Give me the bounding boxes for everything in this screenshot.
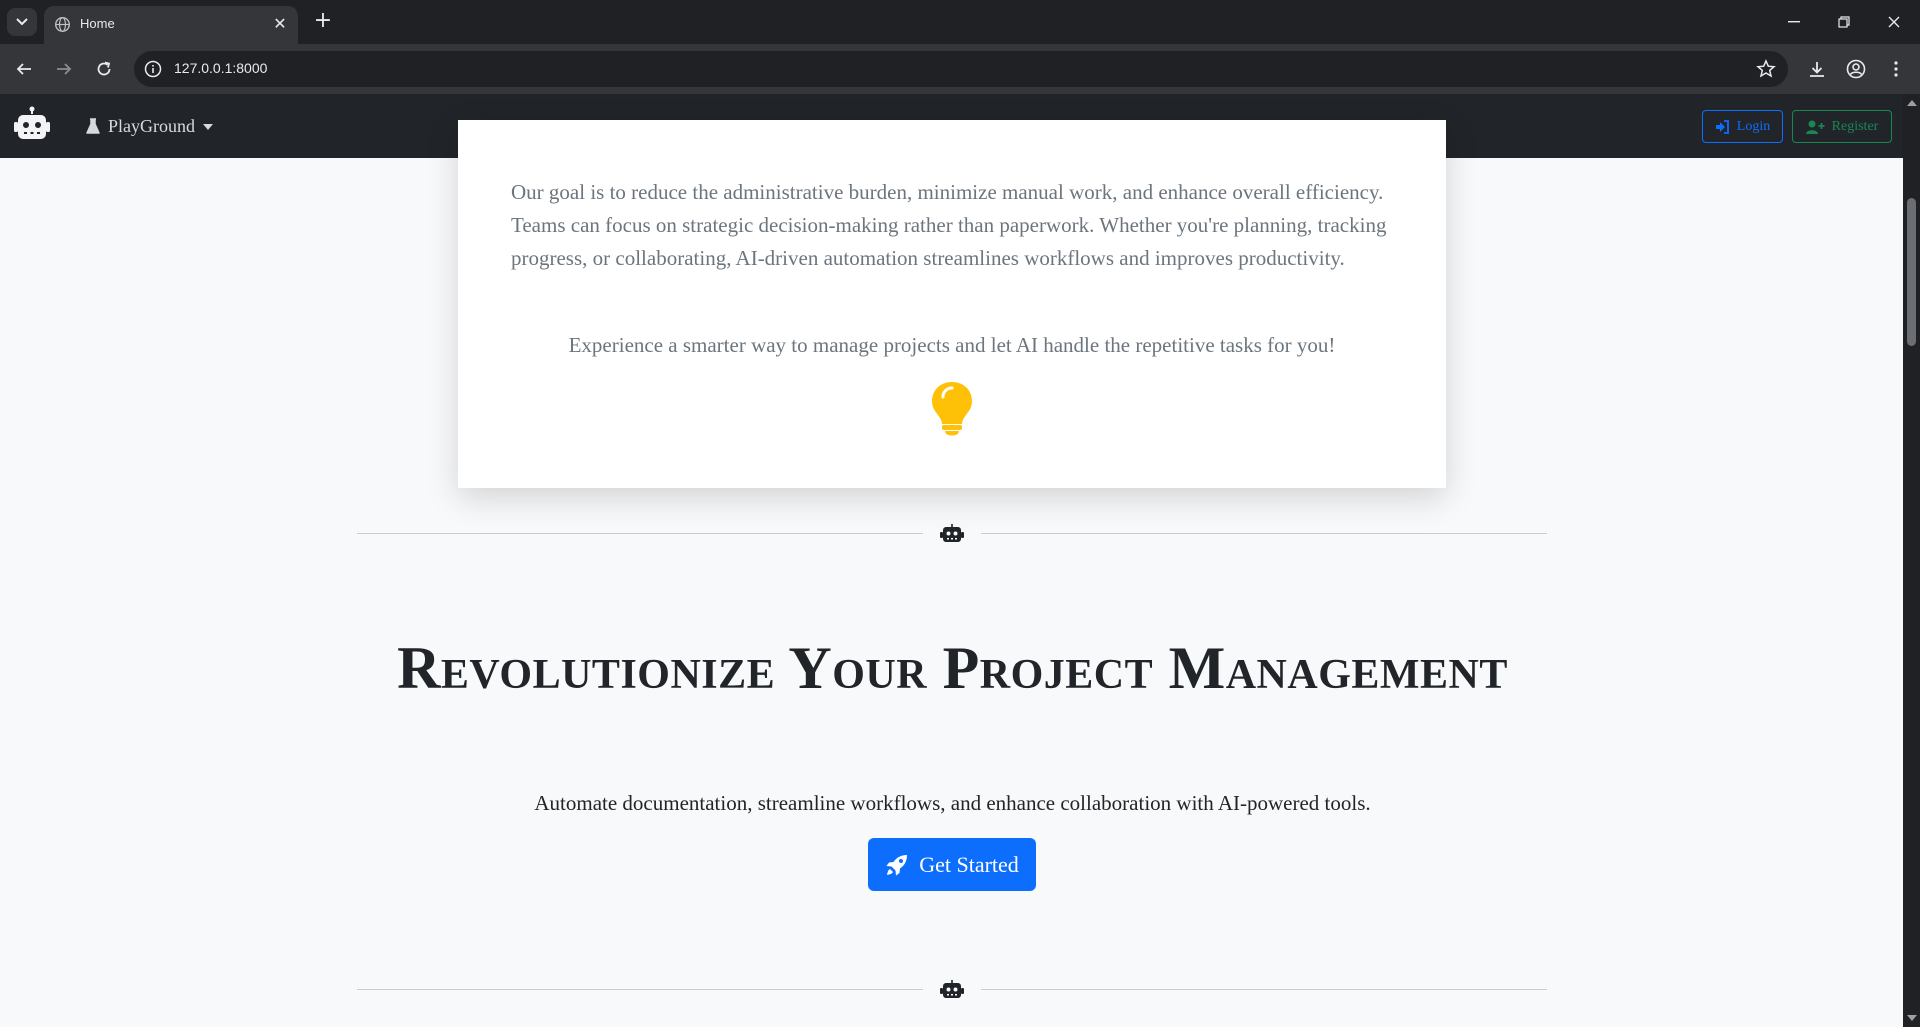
new-tab-button[interactable]: + — [312, 10, 334, 32]
chevron-down-icon — [16, 18, 28, 26]
register-button[interactable]: Register — [1792, 110, 1892, 143]
close-icon — [1888, 16, 1900, 28]
arrow-left-icon — [16, 63, 31, 75]
login-button[interactable]: Login — [1702, 110, 1783, 143]
divider-line — [357, 533, 923, 534]
forward-button[interactable] — [50, 55, 78, 83]
section-divider — [357, 519, 1547, 549]
profile-button[interactable] — [1844, 57, 1868, 81]
restore-button[interactable] — [1824, 10, 1864, 34]
mission-card: Our goal is to reduce the administrative… — [458, 120, 1446, 488]
robot-icon — [940, 524, 964, 542]
tab-search-button[interactable] — [7, 8, 37, 36]
playground-label: PlayGround — [108, 116, 195, 136]
register-label: Register — [1831, 118, 1879, 134]
tab-title: Home — [80, 16, 115, 31]
reload-button[interactable] — [90, 55, 118, 83]
scroll-down-icon[interactable] — [1907, 1015, 1917, 1021]
browser-tabstrip: Home ✕ + — [0, 0, 1920, 44]
reload-icon — [97, 61, 111, 76]
account-icon — [1846, 59, 1866, 79]
download-icon — [1810, 62, 1824, 77]
divider-line — [981, 989, 1547, 990]
playground-dropdown[interactable]: PlayGround — [86, 116, 213, 137]
address-bar[interactable]: 127.0.0.1:8000 — [134, 51, 1788, 87]
mission-tagline: Experience a smarter way to manage proje… — [568, 333, 1336, 357]
rocket-icon — [886, 854, 908, 875]
robot-icon[interactable] — [12, 106, 52, 146]
browser-tab-home[interactable]: Home ✕ — [44, 6, 298, 44]
divider-line — [357, 989, 923, 990]
close-tab-icon[interactable]: ✕ — [270, 14, 290, 34]
scroll-up-icon[interactable] — [1907, 100, 1917, 106]
globe-icon — [55, 17, 70, 32]
sign-in-icon — [1715, 119, 1729, 134]
section-divider — [357, 975, 1547, 1005]
restore-icon — [1838, 16, 1850, 28]
caret-down-icon — [203, 123, 213, 130]
more-vert-icon — [1894, 61, 1898, 77]
robot-icon — [940, 980, 964, 998]
back-button[interactable] — [10, 55, 38, 83]
scrollbar-thumb[interactable] — [1907, 198, 1916, 346]
minimize-button[interactable] — [1774, 10, 1814, 34]
lightbulb-icon — [932, 382, 972, 436]
url-text[interactable]: 127.0.0.1:8000 — [174, 60, 267, 76]
minimize-icon — [1788, 21, 1800, 23]
arrow-right-icon — [57, 63, 72, 75]
site-info-icon[interactable] — [144, 60, 162, 78]
bookmark-star-icon[interactable] — [1756, 59, 1776, 79]
browser-menu-button[interactable] — [1884, 57, 1908, 81]
browser-toolbar: 127.0.0.1:8000 — [0, 44, 1920, 94]
flask-icon — [86, 118, 100, 134]
get-started-button[interactable]: Get Started — [868, 838, 1036, 891]
get-started-label: Get Started — [919, 851, 1019, 877]
mission-paragraph: Our goal is to reduce the administrative… — [511, 180, 1387, 270]
hero-subtitle: Automate documentation, streamline workf… — [534, 791, 1371, 815]
hero-title: Revolutionize Your Project Management — [397, 635, 1508, 701]
close-window-button[interactable] — [1874, 10, 1914, 34]
user-plus-icon — [1805, 120, 1825, 134]
login-label: Login — [1736, 118, 1771, 134]
page-scrollbar[interactable] — [1903, 94, 1920, 1027]
divider-line — [981, 533, 1547, 534]
downloads-button[interactable] — [1805, 57, 1829, 81]
